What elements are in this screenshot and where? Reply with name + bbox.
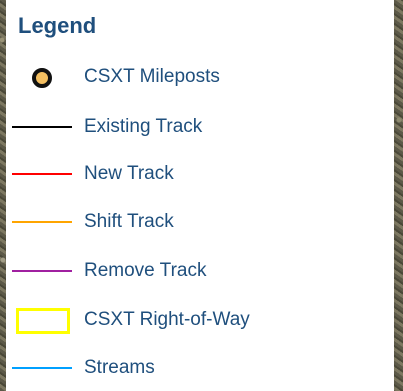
legend-item-streams: Streams <box>6 355 386 381</box>
streams-line-icon <box>12 367 72 369</box>
legend-item-label: Existing Track <box>84 116 203 137</box>
existing-track-line-icon <box>12 126 72 128</box>
shift-track-line-icon <box>12 221 72 223</box>
right-of-way-polygon-icon <box>16 308 70 334</box>
legend-item-shift-track: Shift Track <box>6 209 386 235</box>
legend-item-label: New Track <box>84 163 174 184</box>
legend-item-csxt-mileposts: CSXT Mileposts <box>6 64 386 90</box>
legend-panel: Legend CSXT Mileposts Existing Track New… <box>6 0 394 391</box>
new-track-line-icon <box>12 173 72 175</box>
legend-item-label: Streams <box>84 357 155 378</box>
legend-item-label: Remove Track <box>84 260 207 281</box>
legend-item-label: CSXT Mileposts <box>84 66 220 87</box>
remove-track-line-icon <box>12 270 72 272</box>
milepost-point-icon <box>32 68 52 88</box>
legend-item-remove-track: Remove Track <box>6 258 386 284</box>
legend-item-csxt-right-of-way: CSXT Right-of-Way <box>6 307 386 334</box>
legend-item-existing-track: Existing Track <box>6 114 386 140</box>
legend-item-new-track: New Track <box>6 161 386 187</box>
legend-item-label: Shift Track <box>84 211 174 232</box>
legend-title: Legend <box>18 13 97 38</box>
legend-item-label: CSXT Right-of-Way <box>84 309 250 330</box>
